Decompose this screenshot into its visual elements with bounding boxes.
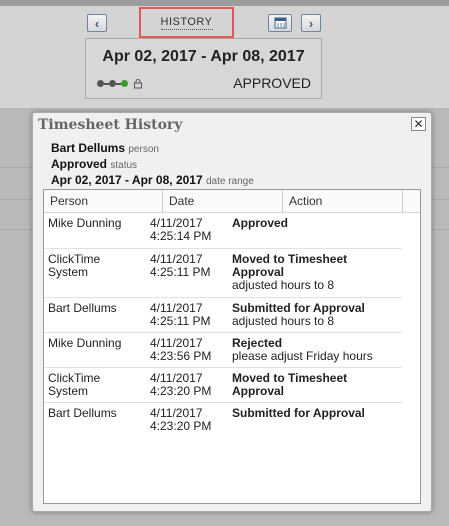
previous-week-button[interactable]: ‹ (87, 14, 107, 32)
date-range-info: Apr 02, 2017 - Apr 08, 2017 date range (51, 173, 254, 187)
person-label: person (128, 144, 159, 155)
date-cell: 4/11/2017 4:23:20 PM (150, 407, 230, 433)
table-row: ClickTime System 4/11/2017 4:23:20 PM Mo… (44, 368, 402, 403)
person-cell: ClickTime System (48, 252, 101, 279)
divider (0, 199, 34, 200)
status-label: status (110, 160, 138, 171)
date-cell: 4/11/2017 4:25:14 PM (150, 217, 230, 243)
time-text: 4:23:20 PM (150, 384, 212, 398)
calendar-button[interactable] (268, 14, 292, 32)
table-row: Mike Dunning 4/11/2017 4:25:14 PM Approv… (44, 213, 402, 249)
table-row: Bart Dellums 4/11/2017 4:25:11 PM Submit… (44, 298, 402, 333)
divider (0, 167, 34, 168)
action-text: Approved (232, 216, 289, 230)
action-text: Moved to Timesheet Approval (232, 371, 348, 398)
progress-step-dot-current (121, 80, 128, 87)
dialog-title: Timesheet History (38, 117, 183, 133)
next-week-button[interactable]: › (301, 14, 321, 32)
date-cell: 4/11/2017 4:25:11 PM (150, 302, 230, 328)
person-cell: Mike Dunning (48, 336, 122, 350)
action-cell: Moved to Timesheet Approval adjusted hou… (232, 253, 400, 292)
date-cell: 4/11/2017 4:23:56 PM (150, 337, 230, 363)
divider (432, 199, 449, 200)
action-note: please adjust Friday hours (232, 349, 373, 363)
divider (0, 229, 34, 230)
person-cell: Mike Dunning (48, 216, 122, 230)
action-cell: Approved (232, 217, 400, 230)
divider (432, 229, 449, 230)
divider (432, 167, 449, 168)
time-text: 4:23:56 PM (150, 349, 212, 363)
action-cell: Moved to Timesheet Approval (232, 372, 400, 398)
action-note: adjusted hours to 8 (232, 278, 335, 292)
progress-step-dot (109, 80, 116, 87)
action-cell: Submitted for Approval (232, 407, 400, 420)
date-cell: 4/11/2017 4:23:20 PM (150, 372, 230, 398)
time-text: 4:23:20 PM (150, 419, 212, 433)
history-table[interactable]: Person Date Action Mike Dunning 4/11/201… (43, 189, 421, 504)
person-cell: ClickTime System (48, 371, 101, 398)
calendar-icon (274, 17, 287, 29)
time-text: 4:25:11 PM (150, 314, 211, 328)
week-summary-box: Apr 02, 2017 - Apr 08, 2017 APPROVED (85, 38, 322, 99)
column-divider (402, 190, 403, 212)
status-info: Approved status (51, 157, 137, 171)
column-header-person[interactable]: Person (44, 190, 162, 212)
lock-icon (134, 79, 142, 89)
date-range-label: date range (205, 176, 254, 187)
action-cell: Submitted for Approval adjusted hours to… (232, 302, 400, 328)
person-cell: Bart Dellums (48, 406, 117, 420)
chevron-right-icon: › (308, 16, 314, 31)
date-cell: 4/11/2017 4:25:11 PM (150, 253, 230, 279)
action-note: adjusted hours to 8 (232, 314, 335, 328)
close-icon: ✕ (413, 117, 424, 131)
time-text: 4:25:14 PM (150, 229, 212, 243)
table-row: ClickTime System 4/11/2017 4:25:11 PM Mo… (44, 249, 402, 298)
action-text: Moved to Timesheet Approval (232, 252, 348, 279)
status-value: Approved (51, 157, 108, 171)
time-text: 4:25:11 PM (150, 265, 211, 279)
top-toolbar-strip (0, 0, 449, 6)
progress-step-dot (97, 80, 104, 87)
action-cell: Rejected please adjust Friday hours (232, 337, 400, 363)
date-range-value: Apr 02, 2017 - Apr 08, 2017 (51, 173, 203, 187)
timesheet-history-dialog: Timesheet History ✕ Bart Dellums person … (32, 112, 432, 512)
timesheet-status: APPROVED (233, 75, 311, 91)
approval-progress-indicator (97, 78, 144, 89)
week-date-range: Apr 02, 2017 - Apr 08, 2017 (102, 48, 305, 65)
close-button[interactable]: ✕ (411, 117, 426, 131)
history-link[interactable]: HISTORY (139, 7, 234, 38)
column-header-date[interactable]: Date (163, 190, 281, 212)
person-value: Bart Dellums (51, 141, 126, 155)
table-header: Person Date Action (44, 190, 420, 213)
action-text: Submitted for Approval (232, 406, 365, 420)
history-label: HISTORY (160, 16, 213, 30)
table-row: Mike Dunning 4/11/2017 4:23:56 PM Reject… (44, 333, 402, 368)
person-cell: Bart Dellums (48, 301, 117, 315)
table-row: Bart Dellums 4/11/2017 4:23:20 PM Submit… (44, 403, 402, 437)
person-info: Bart Dellums person (51, 141, 159, 155)
chevron-left-icon: ‹ (94, 16, 100, 31)
column-header-action[interactable]: Action (283, 190, 401, 212)
